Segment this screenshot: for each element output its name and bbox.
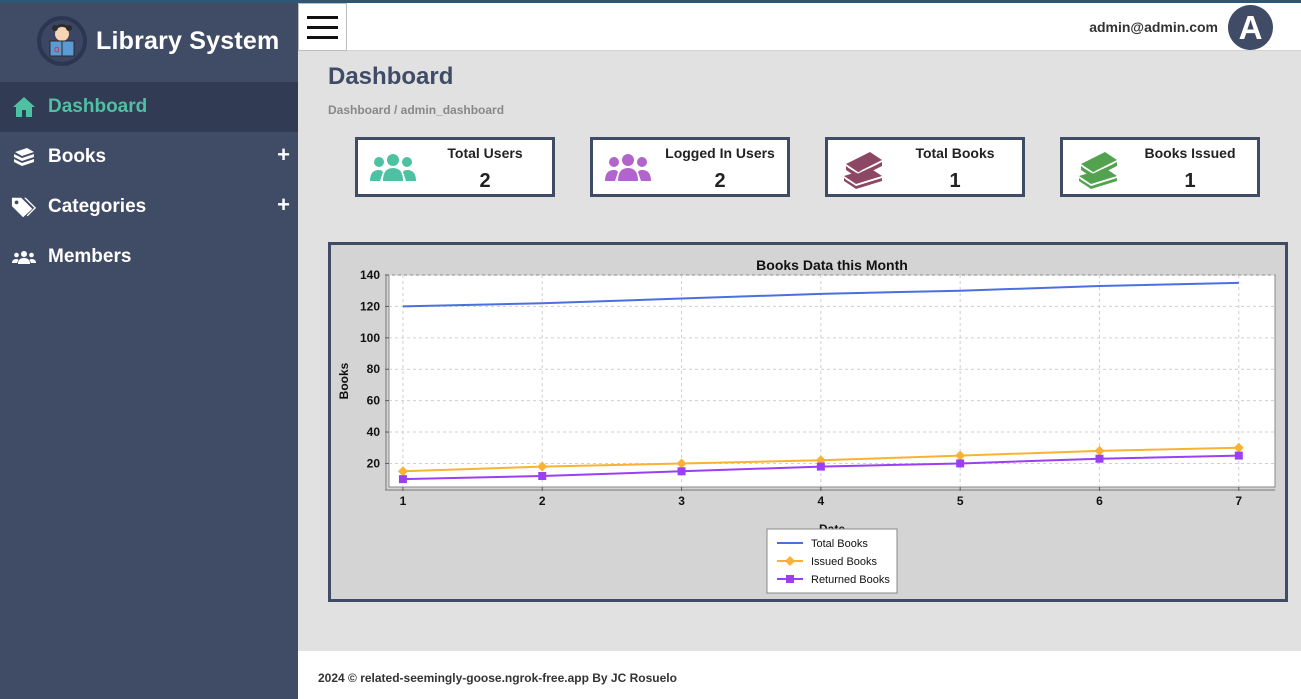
brand[interactable]: Q Library System [0, 0, 298, 82]
stat-card-total-books: Total Books 1 [825, 137, 1025, 197]
legend-label: Returned Books [811, 574, 890, 586]
top-bar: admin@admin.com A [298, 3, 1301, 51]
sidebar-item-label: Members [48, 246, 132, 267]
sidebar-item-members[interactable]: Members [0, 232, 298, 282]
y-tick-label: 120 [360, 299, 380, 313]
sidebar: Q Library System Dashboard Books + Categ… [0, 0, 298, 699]
avatar[interactable]: A [1228, 5, 1273, 50]
books-chart-panel: 20 40 60 80 100 120 140 1 2 3 4 5 6 7 Books Data this … [328, 242, 1288, 602]
card-label: Total Users [447, 145, 523, 161]
svg-text:Q: Q [54, 46, 60, 54]
card-label: Total Books [915, 145, 995, 161]
x-tick-label: 6 [1096, 494, 1103, 508]
x-tick-label: 5 [957, 494, 964, 508]
y-axis-label: Books [337, 362, 351, 399]
legend-marker [786, 575, 794, 583]
expand-plus-icon[interactable]: + [277, 194, 290, 216]
stat-card-total-users: Total Users 2 [355, 137, 555, 197]
books-line-chart: 20 40 60 80 100 120 140 1 2 3 4 5 6 7 Books Data this … [337, 257, 1276, 594]
brand-name: Library System [96, 26, 280, 55]
y-tick-label: 60 [367, 394, 381, 408]
footer-text: 2024 © related-seemingly-goose.ngrok-fre… [318, 671, 677, 685]
card-label: Books Issued [1144, 145, 1236, 161]
card-value: 2 [479, 170, 491, 192]
y-tick-label: 20 [367, 456, 381, 470]
tags-icon [11, 194, 37, 220]
data-point [1095, 454, 1104, 463]
hamburger-menu-button[interactable] [298, 3, 347, 51]
books-icon [834, 144, 892, 192]
menu-line [307, 15, 338, 19]
y-tick-label: 80 [367, 362, 381, 376]
menu-line [307, 25, 338, 29]
data-point [398, 475, 407, 484]
top-accent-bar [0, 0, 1301, 3]
data-point [956, 459, 965, 468]
stat-card-books-issued: Books Issued 1 [1060, 137, 1260, 197]
users-icon [364, 144, 422, 192]
y-tick-label: 40 [367, 425, 381, 439]
footer: 2024 © related-seemingly-goose.ngrok-fre… [298, 651, 1301, 699]
stat-card-logged-in-users: Logged In Users 2 [590, 137, 790, 197]
x-tick-label: 3 [678, 494, 685, 508]
card-value: 2 [714, 170, 726, 192]
y-tick-label: 140 [360, 268, 380, 282]
x-tick-label: 2 [539, 494, 546, 508]
menu-line [307, 35, 338, 39]
books-icon [1069, 144, 1127, 192]
card-value: 1 [1184, 170, 1196, 192]
data-point [677, 467, 686, 476]
home-icon [11, 94, 37, 120]
user-email[interactable]: admin@admin.com [1089, 19, 1218, 35]
card-label: Logged In Users [665, 145, 775, 161]
expand-plus-icon[interactable]: + [277, 144, 290, 166]
legend-label: Issued Books [811, 556, 878, 568]
y-tick-label: 100 [360, 331, 380, 345]
data-point [1234, 451, 1243, 460]
breadcrumb: Dashboard / admin_dashboard [328, 103, 505, 117]
chart-title: Books Data this Month [756, 257, 908, 273]
sidebar-item-dashboard[interactable]: Dashboard [0, 82, 298, 132]
users-icon [599, 144, 657, 192]
page-title: Dashboard [328, 63, 454, 90]
card-value: 1 [949, 170, 961, 192]
x-tick-label: 7 [1235, 494, 1242, 508]
data-point [538, 472, 547, 481]
sidebar-item-books[interactable]: Books + [0, 132, 298, 182]
book-icon [11, 144, 37, 170]
x-tick-label: 1 [400, 494, 407, 508]
sidebar-item-label: Categories [48, 196, 147, 217]
legend-label: Total Books [811, 538, 868, 550]
sidebar-item-label: Dashboard [48, 96, 148, 117]
x-tick-label: 4 [818, 494, 825, 508]
library-logo-icon: Q [37, 16, 87, 66]
users-icon [11, 244, 37, 270]
sidebar-item-categories[interactable]: Categories + [0, 182, 298, 232]
sidebar-item-label: Books [48, 146, 107, 167]
data-point [816, 462, 825, 471]
